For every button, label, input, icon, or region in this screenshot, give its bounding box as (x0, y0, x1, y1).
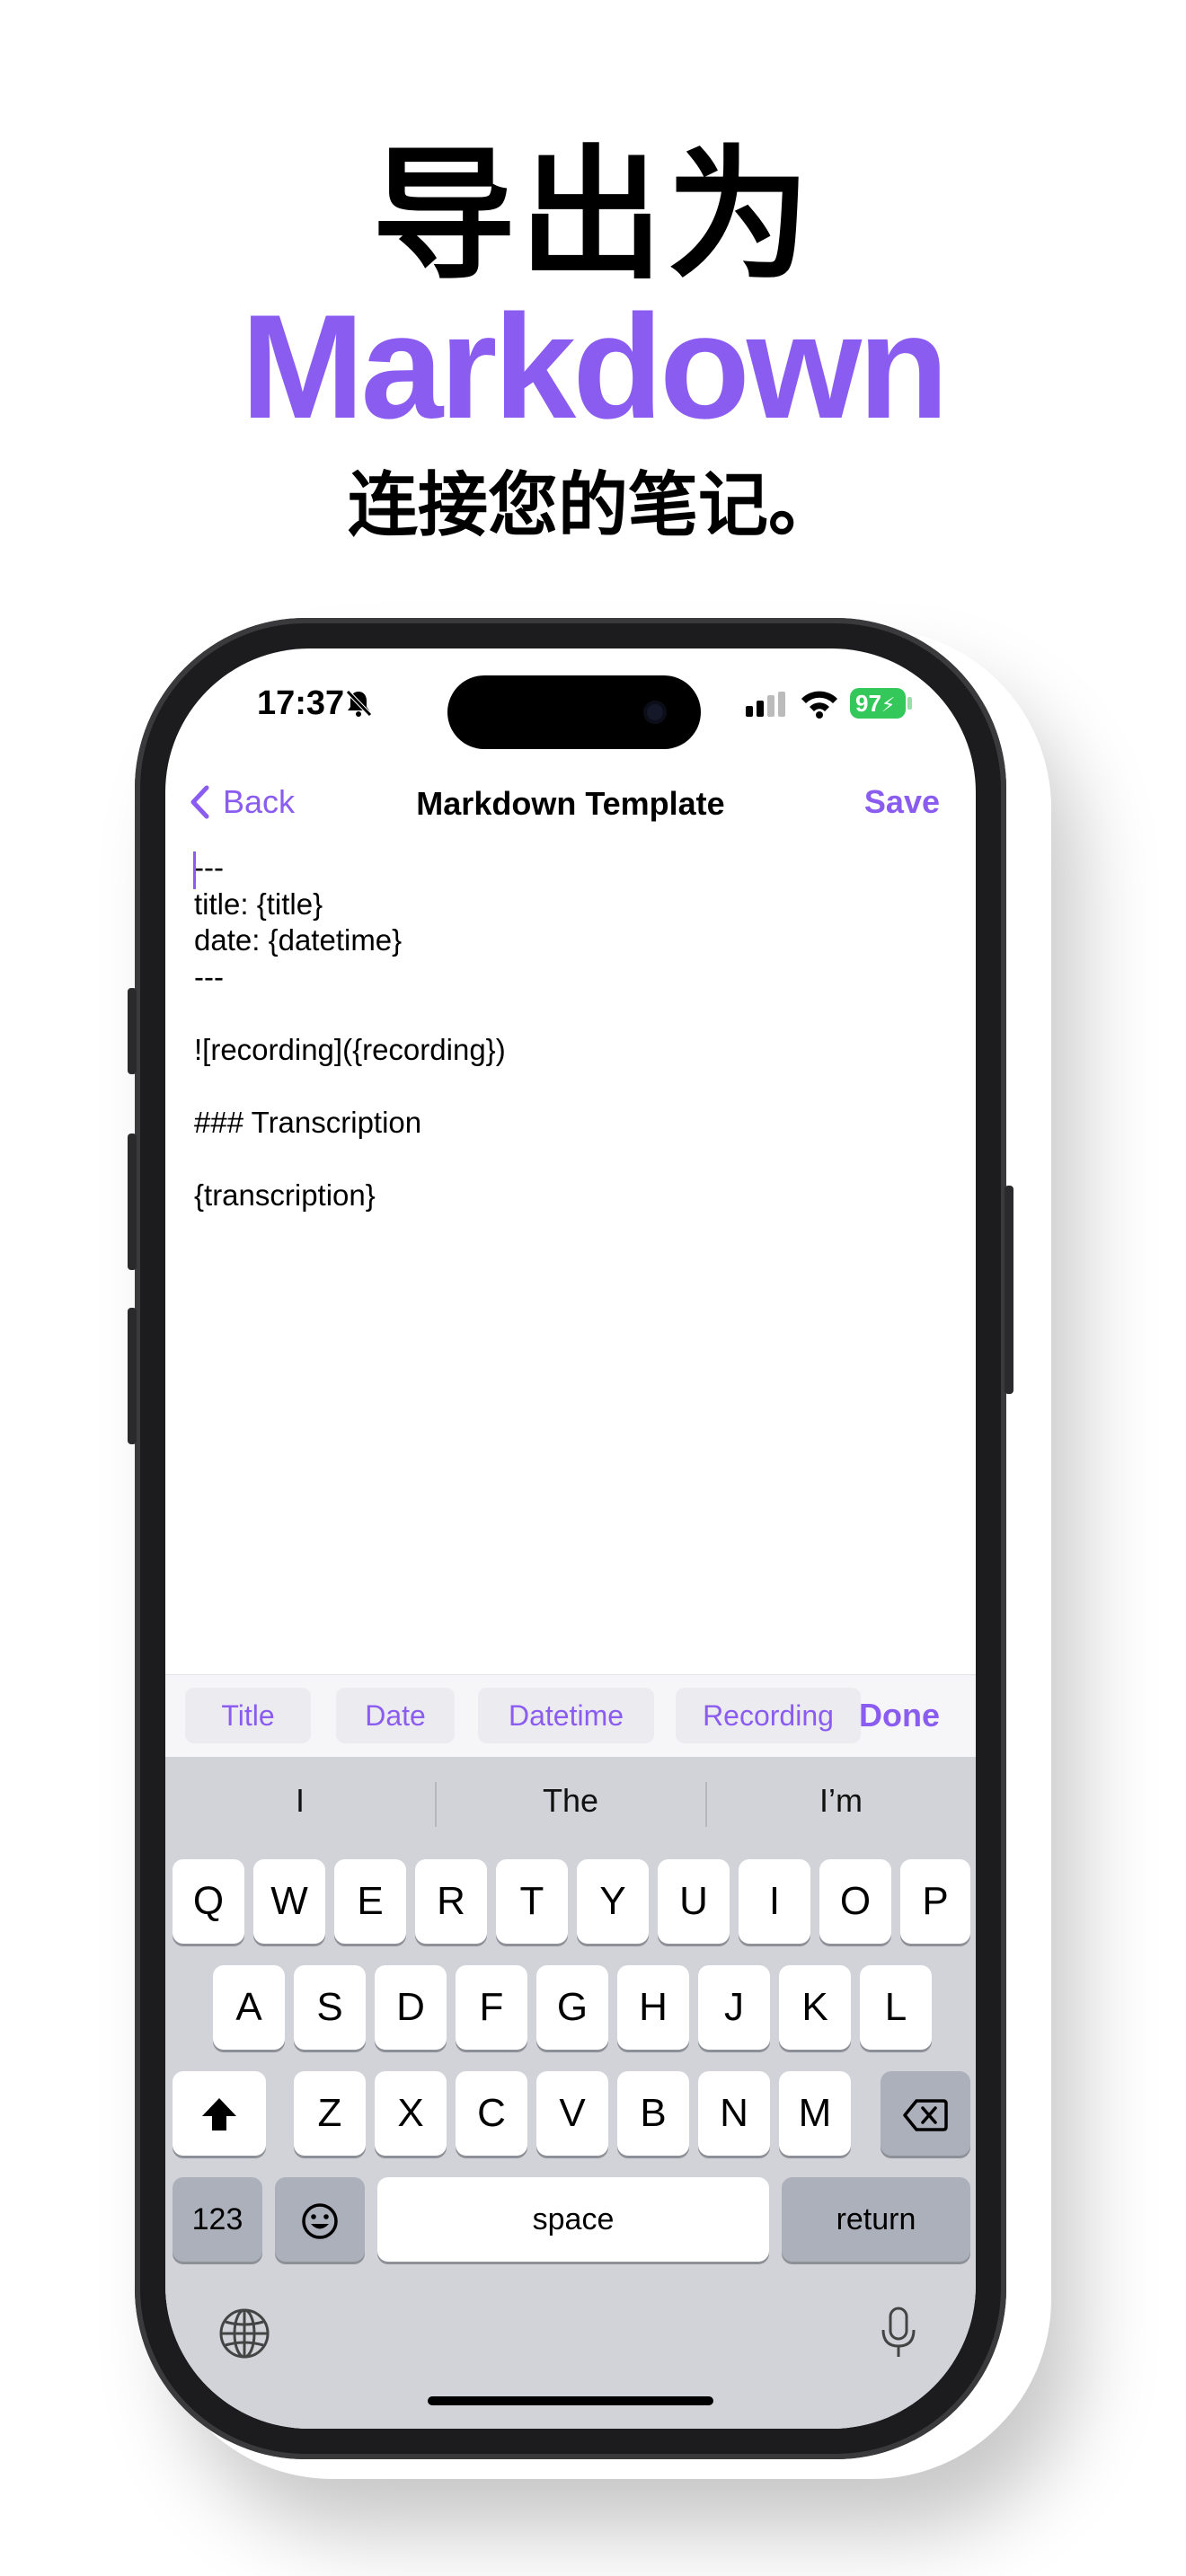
phone-screen: 17:37 97⚡ Back Markdown Template Save --… (165, 648, 976, 2429)
globe-icon[interactable] (217, 2307, 271, 2365)
key-q[interactable]: Q (173, 1859, 244, 1944)
home-indicator (428, 2396, 713, 2405)
volume-down-button (128, 1308, 137, 1444)
keyboard: I The I’m Q W E R T Y U I O P A S D F G … (165, 1757, 976, 2429)
emoji-icon (302, 2203, 338, 2240)
key-x[interactable]: X (375, 2071, 447, 2156)
input-accessory-bar: Title Date Datetime Recording Done (165, 1674, 976, 1758)
cellular-signal-icon (746, 692, 789, 723)
key-y[interactable]: Y (577, 1859, 649, 1944)
shift-key[interactable] (173, 2071, 266, 2156)
front-camera (643, 701, 667, 724)
key-t[interactable]: T (496, 1859, 568, 1944)
key-n[interactable]: N (698, 2071, 770, 2156)
key-b[interactable]: B (617, 2071, 689, 2156)
key-f[interactable]: F (456, 1965, 527, 2050)
key-o[interactable]: O (819, 1859, 891, 1944)
key-w[interactable]: W (253, 1859, 325, 1944)
space-key[interactable]: space (377, 2177, 769, 2262)
key-d[interactable]: D (375, 1965, 447, 2050)
microphone-icon[interactable] (879, 2305, 918, 2367)
key-j[interactable]: J (698, 1965, 770, 2050)
done-button[interactable]: Done (859, 1688, 940, 1743)
delete-key[interactable] (881, 2071, 970, 2156)
wifi-icon (800, 688, 839, 723)
key-v[interactable]: V (536, 2071, 608, 2156)
insert-title-chip[interactable]: Title (185, 1688, 311, 1743)
charging-bolt-icon: ⚡ (881, 693, 896, 716)
battery-level: 97 (855, 690, 881, 717)
key-z[interactable]: Z (294, 2071, 366, 2156)
key-m[interactable]: M (779, 2071, 851, 2156)
insert-date-chip[interactable]: Date (336, 1688, 455, 1743)
emoji-key[interactable] (275, 2177, 365, 2262)
key-l[interactable]: L (860, 1965, 932, 2050)
template-text-editor[interactable]: --- title: {title} date: {datetime} --- … (194, 850, 949, 1213)
hero-title: 导出为 (371, 135, 814, 296)
hero-accent-title: Markdown (241, 284, 949, 449)
hero-subtitle: 连接您的笔记。 (347, 465, 838, 544)
numbers-key[interactable]: 123 (173, 2177, 262, 2262)
key-h[interactable]: H (617, 1965, 689, 2050)
navigation-bar: Back Markdown Template Save (165, 774, 976, 860)
battery-tip (907, 697, 912, 710)
status-time: 17:37 (257, 684, 345, 722)
status-bar: 17:37 97⚡ (165, 648, 976, 774)
key-s[interactable]: S (294, 1965, 366, 2050)
insert-recording-chip[interactable]: Recording (676, 1688, 861, 1743)
volume-up-button (128, 1134, 137, 1270)
key-k[interactable]: K (779, 1965, 851, 2050)
key-u[interactable]: U (658, 1859, 730, 1944)
delete-icon (903, 2099, 948, 2132)
page-title: Markdown Template (416, 785, 725, 822)
key-p[interactable]: P (900, 1859, 970, 1944)
action-button (128, 988, 137, 1074)
bell-slash-icon (343, 688, 374, 723)
return-key[interactable]: return (782, 2177, 970, 2262)
power-button (1005, 1186, 1013, 1394)
insert-datetime-chip[interactable]: Datetime (478, 1688, 654, 1743)
suggestion-2[interactable]: The (436, 1782, 705, 1820)
key-e[interactable]: E (334, 1859, 406, 1944)
key-a[interactable]: A (213, 1965, 285, 2050)
suggestion-3[interactable]: I’m (706, 1782, 976, 1820)
key-g[interactable]: G (536, 1965, 608, 2050)
key-r[interactable]: R (415, 1859, 487, 1944)
suggestion-1[interactable]: I (165, 1782, 435, 1820)
save-button[interactable]: Save (864, 783, 940, 821)
text-cursor (193, 851, 196, 889)
battery-indicator: 97⚡ (850, 688, 906, 719)
key-c[interactable]: C (456, 2071, 527, 2156)
key-i[interactable]: I (739, 1859, 810, 1944)
shift-icon (202, 2098, 236, 2131)
